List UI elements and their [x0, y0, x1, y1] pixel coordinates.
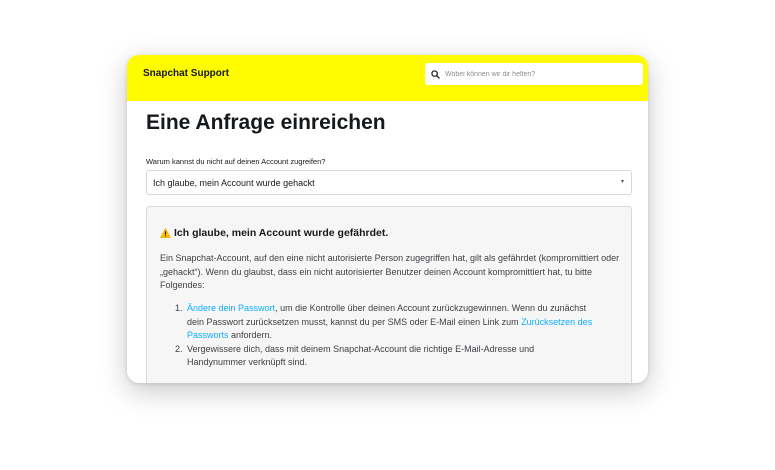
info-box: Ich glaube, mein Account wurde gefährdet…: [146, 206, 632, 383]
step-text: Vergewissere dich, dass mit deinem Snapc…: [187, 343, 535, 368]
step-number: 1.: [175, 303, 183, 313]
site-header: Snapchat Support: [127, 55, 648, 101]
brand-logo-text[interactable]: Snapchat Support: [143, 68, 229, 79]
list-item: 1. Ändere dein Passwort, um die Kontroll…: [175, 302, 595, 343]
search-box[interactable]: [425, 63, 643, 85]
step-text: Ändere dein Passwort, um die Kontrolle ü…: [187, 302, 595, 343]
chevron-down-icon: ▾: [620, 179, 624, 185]
info-body: Ein Snapchat-Account, auf den eine nicht…: [160, 253, 620, 290]
steps-list: 1. Ändere dein Passwort, um die Kontroll…: [175, 302, 595, 370]
warning-icon: [160, 228, 171, 238]
change-password-link[interactable]: Ändere dein Passwort: [187, 303, 275, 313]
search-icon: [431, 69, 440, 79]
info-heading: Ich glaube, mein Account wurde gefährdet…: [160, 227, 388, 239]
browser-window: Snapchat Support Eine Anfrage einreichen…: [127, 55, 648, 383]
reason-select[interactable]: Ich glaube, mein Account wurde gehackt ▾: [146, 170, 632, 195]
reason-select-value: Ich glaube, mein Account wurde gehackt: [153, 177, 315, 188]
info-heading-text: Ich glaube, mein Account wurde gefährdet…: [174, 227, 389, 239]
step-number: 2.: [175, 343, 183, 354]
page-title: Eine Anfrage einreichen: [146, 111, 386, 134]
search-input[interactable]: [445, 70, 635, 78]
step-text-part: anfordern.: [228, 330, 273, 340]
list-item: 2. Vergewissere dich, dass mit deinem Sn…: [175, 343, 595, 370]
question-label: Warum kannst du nicht auf deinen Account…: [146, 157, 326, 166]
